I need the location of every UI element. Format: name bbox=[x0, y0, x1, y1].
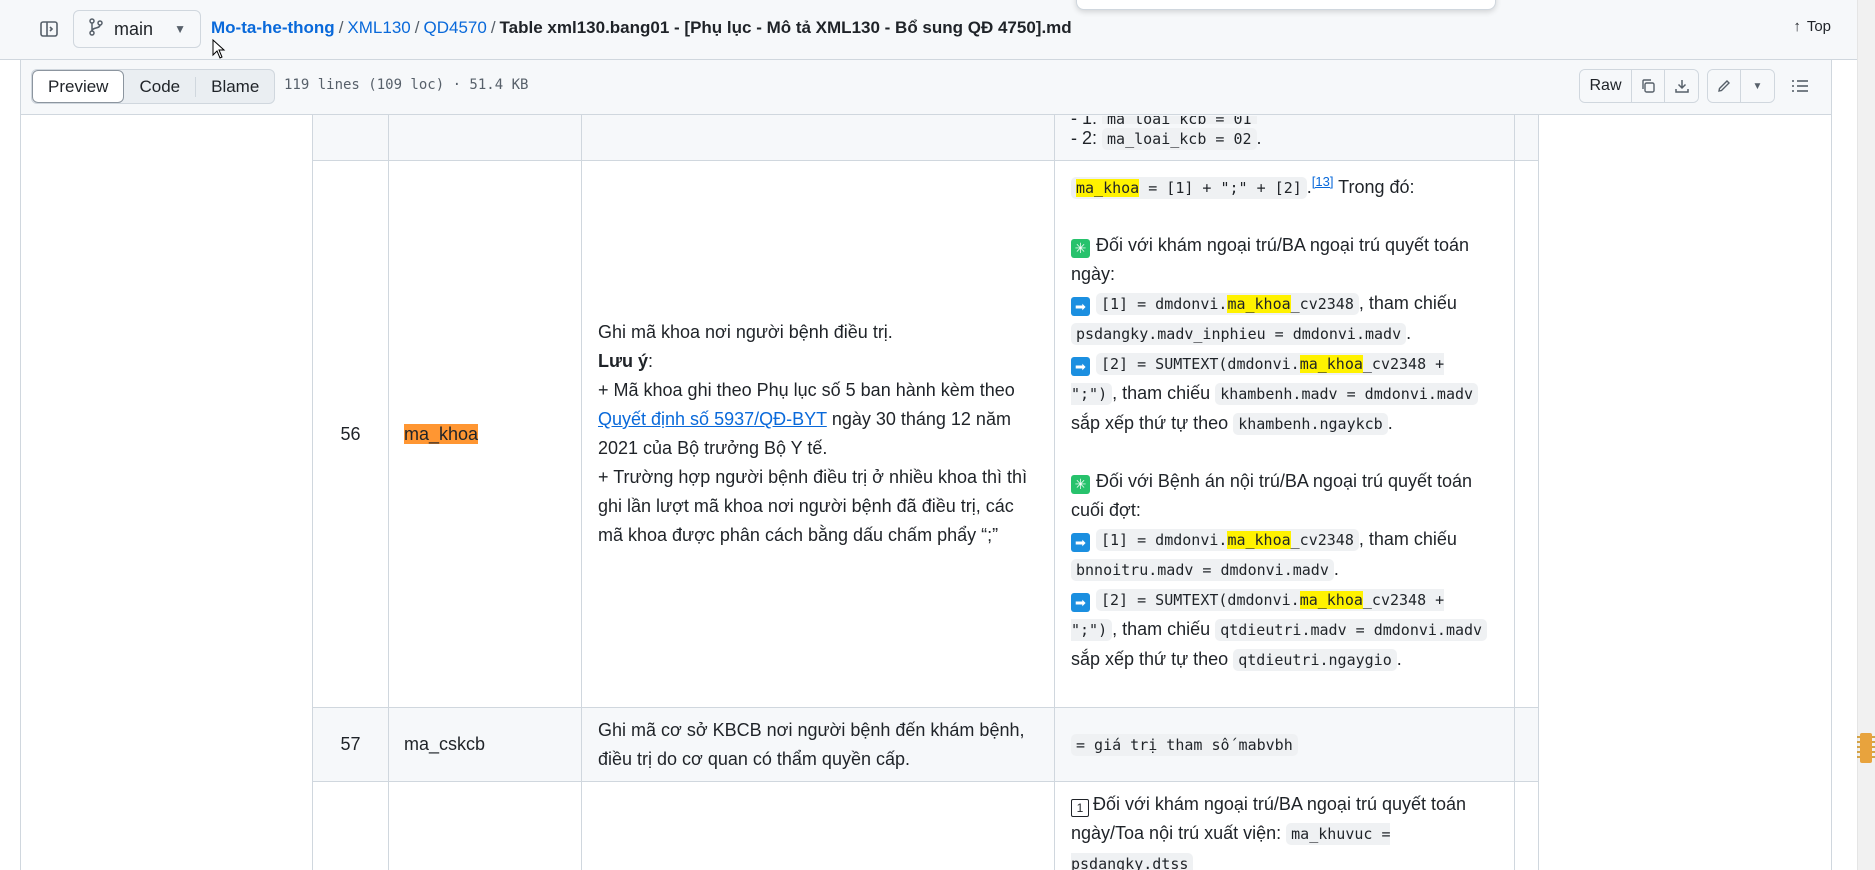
arrow-right-icon: ➡ bbox=[1071, 357, 1090, 376]
outline-list-icon[interactable] bbox=[1783, 69, 1817, 103]
edit-group: ▼ bbox=[1707, 69, 1775, 103]
file-meta: 119 lines (109 loc) · 51.4 KB bbox=[284, 77, 529, 93]
sparkle-icon: ✳ bbox=[1071, 475, 1090, 494]
table-row: 57 ma_cskcb Ghi mã cơ sở KBCB nơi người … bbox=[312, 707, 1539, 782]
arrow-right-icon: ➡ bbox=[1071, 533, 1090, 552]
row-number: 56 bbox=[312, 160, 389, 708]
arrow-right-icon: ➡ bbox=[1071, 593, 1090, 612]
decision-link[interactable]: Quyết định số 5937 bbox=[598, 409, 754, 429]
tab-blame[interactable]: Blame bbox=[196, 70, 274, 103]
field-formula: ma_khoa = [1] + ";" + [2] .[13] Trong đó:… bbox=[1054, 160, 1515, 708]
branch-name: main bbox=[114, 18, 154, 39]
field-name: ma_khoa bbox=[404, 423, 479, 444]
top-label: Top bbox=[1806, 18, 1831, 35]
breadcrumb-sep: / bbox=[414, 18, 420, 37]
row-number: 57 bbox=[312, 707, 389, 782]
pencil-icon[interactable] bbox=[1708, 70, 1741, 102]
raw-copy-download-group: Raw bbox=[1579, 69, 1699, 103]
breadcrumb-folder-xml130[interactable]: XML130 bbox=[347, 18, 410, 37]
git-branch-icon bbox=[88, 17, 104, 41]
raw-button[interactable]: Raw bbox=[1580, 70, 1632, 102]
scrollbar-thumb[interactable] bbox=[1860, 733, 1872, 763]
markdown-preview: - 1: ma_loai_kcb = 01 - 2: ma_loai_kcb =… bbox=[20, 115, 1832, 870]
page-scrollbar[interactable] bbox=[1857, 0, 1875, 870]
breadcrumb-repo[interactable]: Mo-ta-he-thong bbox=[211, 18, 335, 37]
download-icon[interactable] bbox=[1665, 70, 1698, 102]
field-description: Ghi mã cơ sở KBCB nơi người bệnh đến khá… bbox=[581, 707, 1055, 782]
breadcrumb: Mo-ta-he-thong / XML130/QD4570/Table xml13… bbox=[211, 18, 1072, 38]
dropdown-remnant bbox=[1076, 0, 1496, 10]
breadcrumb-current-file: Table xml130.bang01 - [Phụ lục - Mô tả X… bbox=[499, 18, 1072, 37]
field-description: Ghi mã khoa nơi người bệnh điều trị. Lưu… bbox=[581, 160, 1055, 708]
footnote-link[interactable]: [13] bbox=[1312, 174, 1334, 189]
file-header: main ▼ Mo-ta-he-thong / XML130/QD4570/Tabl… bbox=[0, 0, 1875, 60]
breadcrumb-sep: / bbox=[338, 18, 344, 37]
table-row: - 1: ma_loai_kcb = 01 - 2: ma_loai_kcb =… bbox=[312, 115, 1539, 161]
sidebar-toggle-icon[interactable] bbox=[36, 16, 62, 42]
sparkle-icon: ✳ bbox=[1071, 239, 1090, 258]
field-formula: = giá trị tham số mabvbh bbox=[1071, 733, 1298, 756]
arrow-up-icon: ↑ bbox=[1793, 18, 1801, 35]
spec-table: - 1: ma_loai_kcb = 01 - 2: ma_loai_kcb =… bbox=[312, 115, 1539, 870]
view-mode-tabs: Preview Code Blame bbox=[31, 69, 276, 104]
mouse-cursor-icon bbox=[212, 39, 226, 59]
chevron-down-icon: ▼ bbox=[174, 22, 186, 36]
file-toolbar: Preview Code Blame 119 lines (109 loc) ·… bbox=[20, 60, 1832, 115]
keycap-one-icon: 1 bbox=[1071, 799, 1089, 817]
table-row: 1 Đối với khám ngoại trú/BA ngoại trú quy… bbox=[312, 781, 1539, 870]
field-name: ma_cskcb bbox=[388, 707, 582, 782]
tab-code[interactable]: Code bbox=[124, 70, 195, 103]
chevron-down-icon[interactable]: ▼ bbox=[1741, 70, 1774, 102]
arrow-right-icon: ➡ bbox=[1071, 297, 1090, 316]
table-row: 56 ma_khoa Ghi mã khoa nơi người bệnh đi… bbox=[312, 160, 1539, 708]
decision-link-suffix[interactable]: /QĐ-BYT bbox=[754, 409, 827, 429]
branch-selector-button[interactable]: main ▼ bbox=[73, 10, 201, 48]
toolbar-actions: Raw ▼ bbox=[1579, 69, 1817, 103]
tab-preview[interactable]: Preview bbox=[32, 70, 125, 103]
breadcrumb-sep: / bbox=[490, 18, 496, 37]
copy-icon[interactable] bbox=[1632, 70, 1665, 102]
breadcrumb-folder-qd4570[interactable]: QD4570 bbox=[423, 18, 486, 37]
top-button[interactable]: ↑ Top bbox=[1793, 18, 1831, 35]
